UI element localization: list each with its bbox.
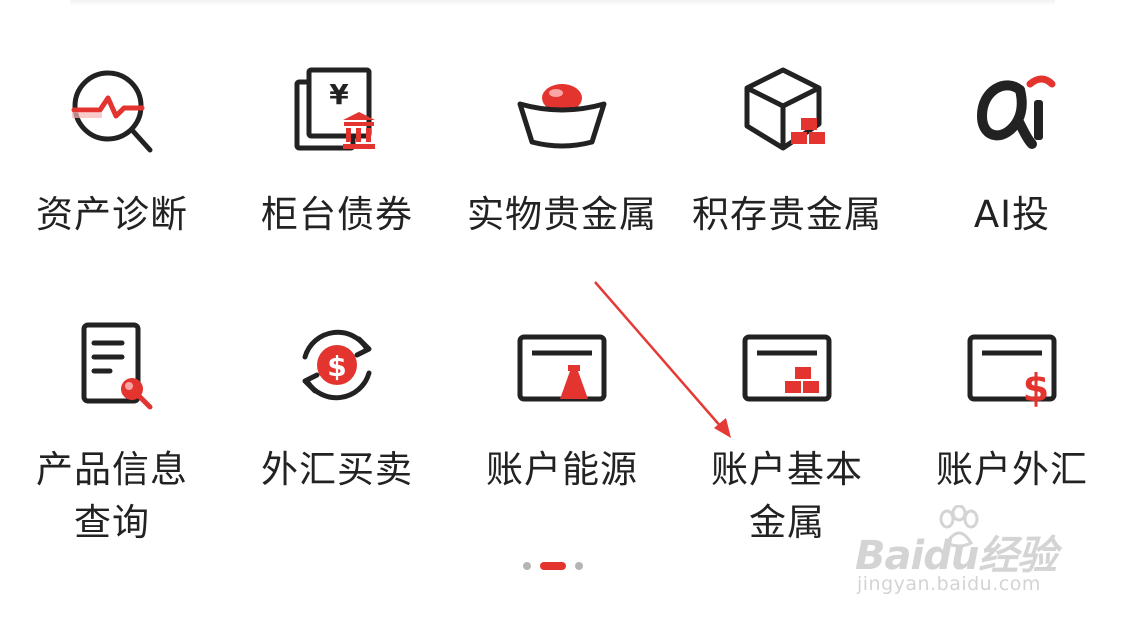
ai-logo-icon — [962, 60, 1062, 160]
dollar-exchange-icon: $ — [287, 315, 387, 415]
gold-ingot-icon — [512, 60, 612, 160]
page-dot[interactable] — [574, 562, 583, 570]
card-gold-bars-icon — [737, 315, 837, 415]
card-dollar-icon: $ — [962, 315, 1062, 415]
tile-label: 外汇买卖 — [261, 448, 413, 491]
tile-account-energy[interactable]: 账户能源 — [452, 315, 672, 565]
page-dot-active[interactable] — [539, 562, 566, 570]
tile-label-line1: 产品信息 — [36, 448, 188, 491]
tile-ai-invest[interactable]: AI投 — [902, 60, 1122, 310]
document-search-icon — [62, 315, 162, 415]
tile-label: 账户外汇 — [936, 448, 1088, 491]
svg-text:$: $ — [1023, 366, 1049, 410]
tile-label: 实物贵金属 — [467, 193, 657, 236]
tile-accumulated-precious-metals[interactable]: 积存贵金属 — [677, 60, 897, 310]
tile-label-line1: 账户基本 — [711, 448, 863, 491]
tile-counter-bonds[interactable]: ¥ 柜台债券 — [227, 60, 447, 310]
magnifier-chart-icon — [62, 60, 162, 160]
yen-bond-certificate-icon: ¥ — [287, 60, 387, 160]
tile-label: AI投 — [973, 193, 1051, 236]
page-dot[interactable] — [522, 562, 531, 570]
tile-label: 资产诊断 — [36, 193, 188, 236]
tile-physical-precious-metals[interactable]: 实物贵金属 — [452, 60, 672, 310]
cube-gold-bars-icon — [737, 60, 837, 160]
tile-asset-diagnosis[interactable]: 资产诊断 — [2, 60, 222, 310]
tile-label: 积存贵金属 — [692, 193, 882, 236]
card-flask-icon — [512, 315, 612, 415]
tile-forex-trading[interactable]: $ 外汇买卖 — [227, 315, 447, 565]
tile-product-info-query[interactable]: 产品信息 查询 — [2, 315, 222, 565]
function-grid: 资产诊断 ¥ 柜台债券 实物贵金属 积存贵金属 AI投 产品信息 查询 $ 外汇… — [0, 0, 1125, 560]
svg-text:¥: ¥ — [329, 78, 349, 111]
tile-label: 账户能源 — [486, 448, 638, 491]
tile-label-line2: 查询 — [74, 501, 150, 544]
watermark: Baidu经验 jingyan.baidu.com — [855, 505, 1065, 600]
tile-label: 柜台债券 — [261, 193, 413, 236]
watermark-url: jingyan.baidu.com — [857, 573, 1041, 595]
svg-text:$: $ — [327, 350, 346, 383]
